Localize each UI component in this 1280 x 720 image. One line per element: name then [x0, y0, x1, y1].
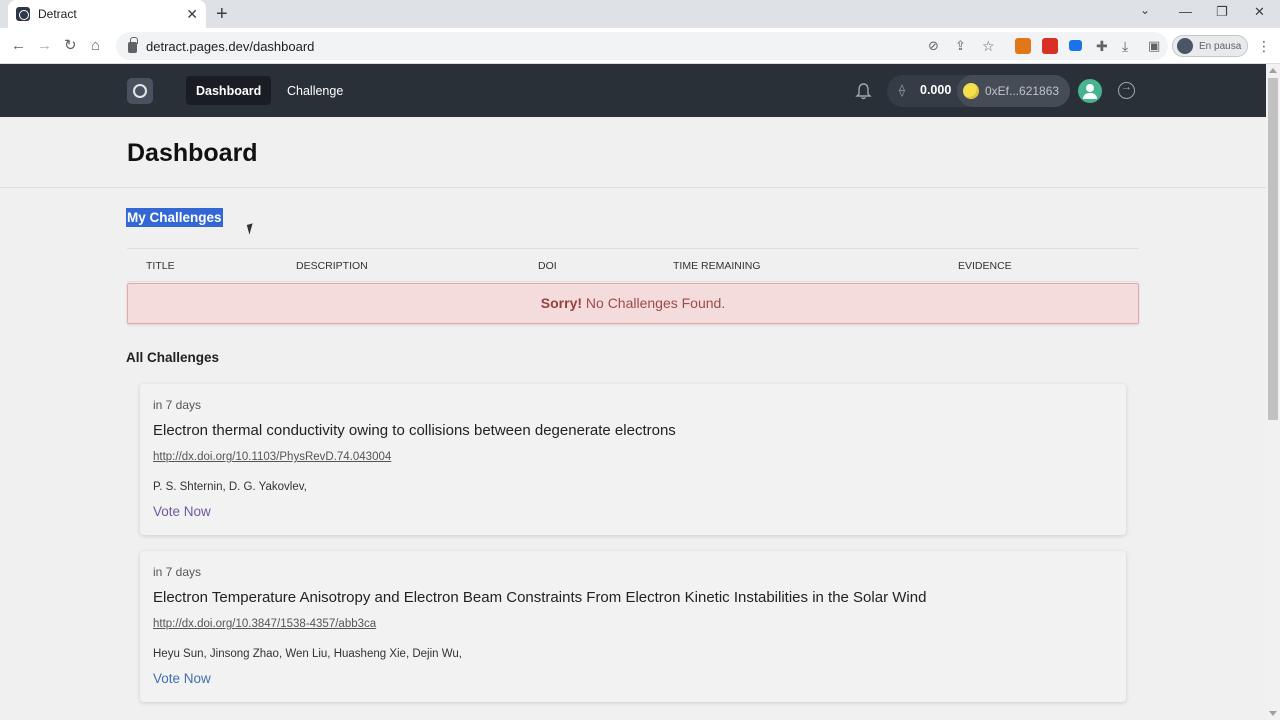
nav-challenge[interactable]: Challenge: [277, 76, 353, 105]
nav-dashboard[interactable]: Dashboard: [186, 76, 272, 105]
wallet-widget[interactable]: ⟠ 0.000 0xEf...621863: [887, 75, 1070, 107]
url-text: detract.pages.dev/dashboard: [146, 38, 315, 54]
user-avatar-icon[interactable]: [1078, 79, 1102, 103]
eth-icon: ⟠: [899, 83, 905, 97]
challenge-time-remaining: in 7 days: [153, 565, 202, 579]
challenge-card: in 7 days Electron Temperature Anisotrop…: [140, 551, 1126, 702]
page-header: Dashboard: [0, 117, 1266, 188]
browser-toolbar: ← → ↻ ⌂ detract.pages.dev/dashboard ⊘ ⇪ …: [0, 28, 1280, 64]
profile-status: En pausa: [1199, 40, 1242, 52]
vote-now-link[interactable]: Vote Now: [153, 504, 211, 519]
close-window-button[interactable]: ✕: [1254, 4, 1265, 20]
column-description: DESCRIPTION: [296, 260, 368, 272]
mouse-cursor-icon: [246, 223, 256, 235]
browser-tabstrip: Detract ✕ + ⌄ — ❐ ✕: [0, 0, 1280, 28]
alert-strong: Sorry!: [540, 295, 583, 311]
my-challenges-table-header: TITLE DESCRIPTION DOI TIME REMAINING EVI…: [127, 248, 1139, 282]
red-extension-icon[interactable]: [1042, 38, 1058, 54]
profile-avatar: [1177, 38, 1193, 54]
challenge-authors: Heyu Sun, Jinsong Zhao, Wen Liu, Huashen…: [153, 648, 462, 660]
back-arrow-icon[interactable]: ←: [11, 37, 26, 55]
wallet-address-pill[interactable]: 0xEf...621863: [957, 75, 1070, 107]
challenge-time-remaining: in 7 days: [153, 398, 202, 412]
share-icon[interactable]: ⇪: [955, 37, 966, 55]
challenge-doi-link[interactable]: http://dx.doi.org/10.3847/1538-4357/abb3…: [153, 618, 376, 630]
challenge-authors: P. S. Shternin, D. G. Yakovlev,: [153, 481, 307, 493]
detract-favicon-icon: [16, 7, 30, 21]
detract-logo[interactable]: [127, 78, 153, 104]
extensions-puzzle-icon[interactable]: ✚: [1096, 37, 1108, 55]
page-scrollbar[interactable]: [1266, 64, 1280, 720]
vote-now-link[interactable]: Vote Now: [153, 671, 211, 686]
tab-search-chevron-icon[interactable]: ⌄: [1140, 3, 1150, 17]
forward-arrow-icon[interactable]: →: [37, 37, 52, 55]
challenge-title: Electron Temperature Anisotropy and Elec…: [153, 589, 927, 606]
scrollbar-thumb[interactable]: [1268, 78, 1278, 420]
lock-icon: [128, 36, 138, 53]
logout-icon[interactable]: [1118, 81, 1135, 99]
no-challenges-alert: Sorry! No Challenges Found.: [127, 283, 1139, 324]
reload-icon[interactable]: ↻: [64, 37, 77, 55]
app-header: Dashboard Challenge: [0, 64, 1266, 117]
my-challenges-title: My Challenges: [126, 208, 223, 227]
column-time-remaining: TIME REMAINING: [673, 260, 761, 272]
browser-menu-icon[interactable]: ⋮: [1257, 37, 1271, 55]
maximize-button[interactable]: ❐: [1216, 4, 1228, 20]
home-icon[interactable]: ⌂: [91, 37, 100, 55]
eye-slash-icon[interactable]: ⊘: [928, 37, 939, 55]
wallet-coin-icon: [963, 83, 979, 99]
challenge-doi-link[interactable]: http://dx.doi.org/10.1103/PhysRevD.74.04…: [153, 451, 391, 463]
new-tab-button[interactable]: +: [216, 4, 228, 24]
tab-title: Detract: [38, 7, 77, 21]
eth-balance: 0.000: [920, 83, 952, 97]
alert-message: No Challenges Found.: [582, 295, 726, 311]
page-title: Dashboard: [127, 139, 258, 167]
minimize-button[interactable]: —: [1179, 4, 1192, 19]
my-challenges-heading: My Challenges: [126, 208, 223, 227]
scroll-up-arrow-icon[interactable]: [1269, 68, 1277, 73]
address-bar[interactable]: detract.pages.dev/dashboard: [116, 32, 1168, 60]
bookmark-star-icon[interactable]: ☆: [982, 37, 995, 55]
download-icon[interactable]: ⤓: [1122, 37, 1128, 55]
challenge-title: Electron thermal conductivity owing to c…: [153, 422, 676, 439]
all-challenges-title: All Challenges: [126, 350, 220, 365]
wallet-address: 0xEf...621863: [985, 84, 1060, 98]
challenge-card: in 7 days Electron thermal conductivity …: [140, 384, 1126, 535]
profile-button[interactable]: En pausa: [1172, 35, 1248, 57]
metamask-extension-icon[interactable]: [1015, 38, 1031, 54]
column-doi: DOI: [538, 260, 557, 272]
screen-capture-extension-icon[interactable]: [1069, 40, 1082, 51]
scroll-down-arrow-icon[interactable]: [1269, 711, 1277, 716]
column-title: TITLE: [146, 260, 175, 272]
tab-close-icon[interactable]: ✕: [186, 6, 198, 23]
browser-tab[interactable]: Detract ✕: [8, 0, 206, 28]
column-evidence: EVIDENCE: [958, 260, 1012, 272]
side-panel-icon[interactable]: ▣: [1148, 37, 1160, 55]
bell-icon[interactable]: [855, 82, 872, 100]
